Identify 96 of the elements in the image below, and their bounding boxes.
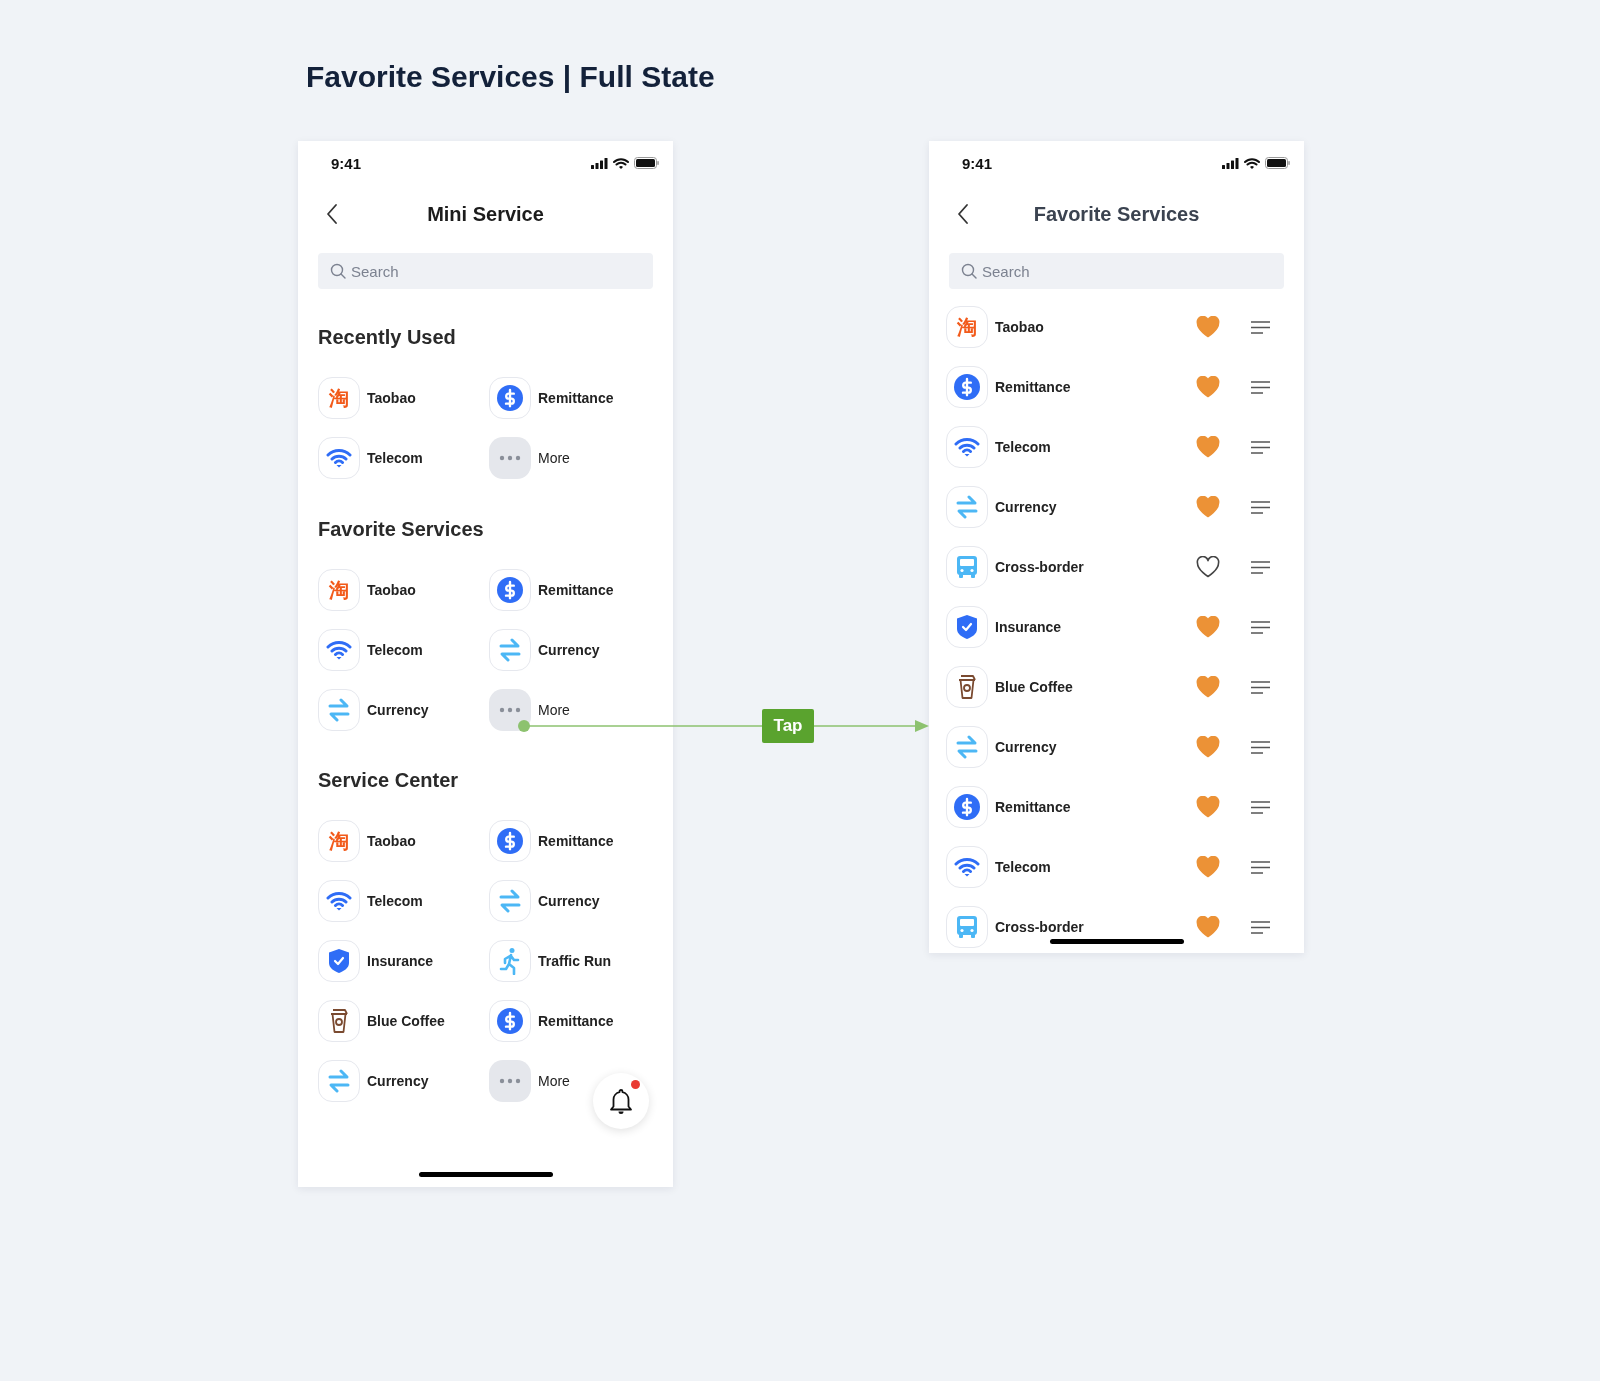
drag-handle-icon[interactable] xyxy=(1251,860,1270,874)
logo-glyph: 淘 xyxy=(957,317,977,337)
dollar-icon xyxy=(497,1008,523,1034)
service-item[interactable]: 淘 Taobao xyxy=(318,377,489,419)
dollar-icon xyxy=(497,577,523,603)
section-heading: Recently Used xyxy=(318,325,457,350)
drag-handle-icon[interactable] xyxy=(1251,740,1270,754)
service-item[interactable]: Telecom xyxy=(318,629,489,671)
service-item[interactable]: Remittance xyxy=(489,377,660,419)
service-item[interactable]: Telecom xyxy=(318,880,489,922)
service-item[interactable]: Currency xyxy=(489,629,660,671)
service-name: Currency xyxy=(995,499,1058,515)
screen-title: Favorite Services xyxy=(1033,203,1200,226)
runner-icon xyxy=(499,947,521,975)
drag-handle-icon[interactable] xyxy=(1251,320,1270,334)
service-item[interactable]: Currency xyxy=(318,689,489,731)
drag-handle-icon[interactable] xyxy=(1251,440,1270,454)
arrows-icon xyxy=(499,889,521,913)
bus-icon xyxy=(956,915,978,939)
service-name: Taobao xyxy=(995,319,1045,335)
tap-label: Tap xyxy=(762,709,814,743)
service-name: Cross-border xyxy=(995,559,1085,575)
battery-icon xyxy=(634,157,659,169)
drag-handle-icon[interactable] xyxy=(1251,680,1270,694)
wifi-icon xyxy=(954,437,980,457)
drag-handle-icon[interactable] xyxy=(1251,920,1270,934)
service-name: Telecom xyxy=(995,439,1052,455)
service-item[interactable]: Blue Coffee xyxy=(318,1000,489,1042)
wifi-icon xyxy=(326,891,352,911)
service-name: Blue Coffee xyxy=(995,679,1074,695)
service-item[interactable]: More xyxy=(489,437,660,479)
service-name: Remittance xyxy=(995,379,1072,395)
dollar-icon xyxy=(497,828,523,854)
screen-title: Mini Service xyxy=(427,203,544,226)
heart-button[interactable] xyxy=(1195,555,1221,579)
service-name: Remittance xyxy=(995,799,1072,815)
logo-glyph: 淘 xyxy=(329,831,349,851)
service-item[interactable]: More xyxy=(489,689,660,731)
logo-glyph: 淘 xyxy=(329,580,349,600)
arrows-icon xyxy=(956,495,978,519)
service-item[interactable]: 淘 Taobao xyxy=(318,569,489,611)
chevron-left-icon xyxy=(957,203,969,225)
dots-icon xyxy=(499,455,521,461)
service-item[interactable]: Currency xyxy=(318,1060,489,1102)
drag-handle-icon[interactable] xyxy=(1251,800,1270,814)
bus-icon xyxy=(956,555,978,579)
service-item[interactable]: Remittance xyxy=(489,820,660,862)
shield-icon xyxy=(957,615,977,639)
service-item[interactable]: 淘 Taobao xyxy=(318,820,489,862)
drag-handle-icon[interactable] xyxy=(1251,380,1270,394)
service-item[interactable]: Insurance xyxy=(318,940,489,982)
search-field[interactable]: Search xyxy=(949,253,1284,289)
shield-icon xyxy=(329,949,349,973)
search-icon xyxy=(961,263,977,279)
status-time: 9:41 xyxy=(962,154,993,172)
drag-handle-icon[interactable] xyxy=(1251,500,1270,514)
section-heading: Service Center xyxy=(318,768,460,793)
service-item[interactable]: Remittance xyxy=(489,569,660,611)
signal-icon xyxy=(1222,157,1239,169)
dollar-icon xyxy=(954,374,980,400)
arrows-icon xyxy=(328,698,350,722)
service-item[interactable]: Remittance xyxy=(489,1000,660,1042)
service-item[interactable]: Traffic Run xyxy=(489,940,660,982)
wifi-icon xyxy=(326,640,352,660)
signal-icon xyxy=(591,157,608,169)
wifi-icon xyxy=(1244,157,1260,169)
service-name: Insurance xyxy=(995,619,1063,635)
notification-button[interactable] xyxy=(593,1073,649,1129)
wifi-icon xyxy=(613,157,629,169)
battery-icon xyxy=(1265,157,1290,169)
service-name: Currency xyxy=(995,739,1058,755)
bell-icon xyxy=(608,1087,634,1115)
service-name: Cross-border xyxy=(995,919,1085,935)
logo-glyph: 淘 xyxy=(329,388,349,408)
page-title: Favorite Services | Full State xyxy=(306,59,716,95)
cup-icon xyxy=(957,675,977,699)
section-heading: Favorite Services xyxy=(318,517,485,542)
service-item[interactable]: Telecom xyxy=(318,437,489,479)
service-item[interactable]: Currency xyxy=(489,880,660,922)
dots-icon xyxy=(499,707,521,713)
dots-icon xyxy=(499,1078,521,1084)
arrows-icon xyxy=(328,1069,350,1093)
drag-handle-icon[interactable] xyxy=(1251,560,1270,574)
dollar-icon xyxy=(954,794,980,820)
search-icon xyxy=(330,263,346,279)
dollar-icon xyxy=(497,385,523,411)
wifi-icon xyxy=(954,857,980,877)
search-field[interactable]: Search xyxy=(318,253,653,289)
arrows-icon xyxy=(956,735,978,759)
status-time: 9:41 xyxy=(331,154,362,172)
wifi-icon xyxy=(326,448,352,468)
service-name: Telecom xyxy=(995,859,1052,875)
cup-icon xyxy=(329,1009,349,1033)
drag-handle-icon[interactable] xyxy=(1251,620,1270,634)
arrows-icon xyxy=(499,638,521,662)
chevron-left-icon xyxy=(326,203,338,225)
